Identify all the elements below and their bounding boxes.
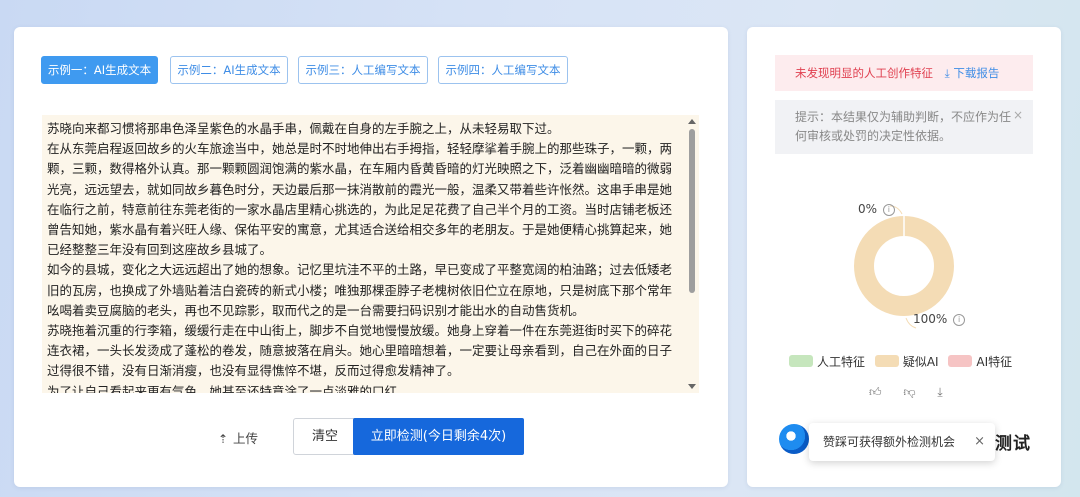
scrollbar[interactable] (685, 115, 699, 393)
upload-label: 上传 (233, 431, 259, 446)
brand-text: 测试 (995, 434, 1031, 454)
scroll-down-arrow-icon[interactable] (688, 384, 696, 389)
info-icon[interactable]: i (953, 314, 966, 326)
detect-button[interactable]: 立即检测(今日剩余4次) (353, 418, 524, 455)
toast-text: 赞踩可获得额外检测机会 (823, 435, 956, 449)
tab-example-1[interactable]: 示例一：AI生成文本 (41, 56, 158, 84)
paragraph: 如今的县城，变化之大远远超出了她的想象。记忆里坑洼不平的土路，早已变成了平整宽阔… (47, 262, 673, 318)
upload-button[interactable]: ⇡ 上传 (218, 427, 258, 451)
annotation-suspect-percent: 100% i (913, 312, 966, 326)
tab-example-2[interactable]: 示例二：AI生成文本 (170, 56, 288, 84)
legend-item-suspect[interactable]: 疑似AI (874, 353, 939, 370)
annotation-ai-value: 0% (858, 202, 878, 216)
result-chart: 0% i 100% i (747, 27, 1061, 357)
legend-label: 疑似AI (902, 355, 939, 369)
annotation-ai-percent: 0% i (858, 202, 895, 216)
toast-close-icon[interactable]: × (974, 423, 985, 461)
result-panel: 未发现明显的人工创作特征 ⤓ 下载报告 提示：本结果仅为辅助判断，不应作为任何审… (747, 27, 1061, 487)
legend-swatch (948, 355, 973, 367)
paragraph: 苏晓向来都习惯将那串色泽呈紫色的水晶手串，佩戴在自身的左手腕之上，从未轻易取下过… (47, 121, 560, 136)
legend-swatch (874, 355, 899, 367)
thumbs-down-icon[interactable]: 👎︎ (903, 385, 915, 400)
tab-example-3[interactable]: 示例三：人工编写文本 (298, 56, 428, 84)
download-icon[interactable]: ⤓ (937, 385, 942, 400)
legend-swatch (789, 355, 813, 367)
scroll-up-arrow-icon[interactable] (688, 119, 696, 124)
donut-chart (854, 205, 954, 329)
legend-item-human[interactable]: 人工特征 (789, 353, 865, 370)
donut-slice-疑似AI[interactable] (854, 216, 954, 316)
paragraph: 在从东莞启程返回故乡的火车旅途当中，她总是时不时地伸出右手拇指，轻轻摩挲着手腕上… (47, 141, 673, 258)
scrollbar-thumb[interactable] (689, 129, 695, 293)
legend-label: AI特征 (976, 355, 1013, 369)
legend-label: 人工特征 (817, 355, 866, 369)
annotation-suspect-value: 100% (913, 312, 948, 326)
promo-toast: 赞踩可获得额外检测机会 × (809, 423, 995, 461)
legend-item-ai[interactable]: AI特征 (948, 353, 1012, 370)
brand-logo-icon (779, 424, 809, 454)
text-input[interactable]: 苏晓向来都习惯将那串色泽呈紫色的水晶手串，佩戴在自身的左手腕之上，从未轻易取下过… (42, 115, 699, 393)
text-content: 苏晓向来都习惯将那串色泽呈紫色的水晶手串，佩戴在自身的左手腕之上，从未轻易取下过… (47, 119, 683, 393)
thumbs-up-icon[interactable]: 👍︎ (869, 385, 882, 400)
tab-example-4[interactable]: 示例四：人工编写文本 (438, 56, 568, 84)
feedback-bar: 👍︎ 👎︎ ⤓ (869, 385, 961, 401)
chart-legend: 人工特征 疑似AI AI特征 (789, 353, 1018, 371)
clear-button[interactable]: 清空 (293, 418, 357, 455)
input-panel: 示例一：AI生成文本 示例二：AI生成文本 示例三：人工编写文本 示例四：人工编… (14, 27, 728, 487)
paragraph: 苏晓拖着沉重的行李箱，缓缓行走在中山街上，脚步不自觉地慢慢放缓。她身上穿着一件在… (47, 323, 673, 379)
upload-icon: ⇡ (218, 432, 229, 446)
paragraph: 为了让自己看起来更有气色，她甚至还特意涂了一点淡雅的口红。 (47, 383, 410, 393)
info-icon[interactable]: i (882, 204, 895, 216)
